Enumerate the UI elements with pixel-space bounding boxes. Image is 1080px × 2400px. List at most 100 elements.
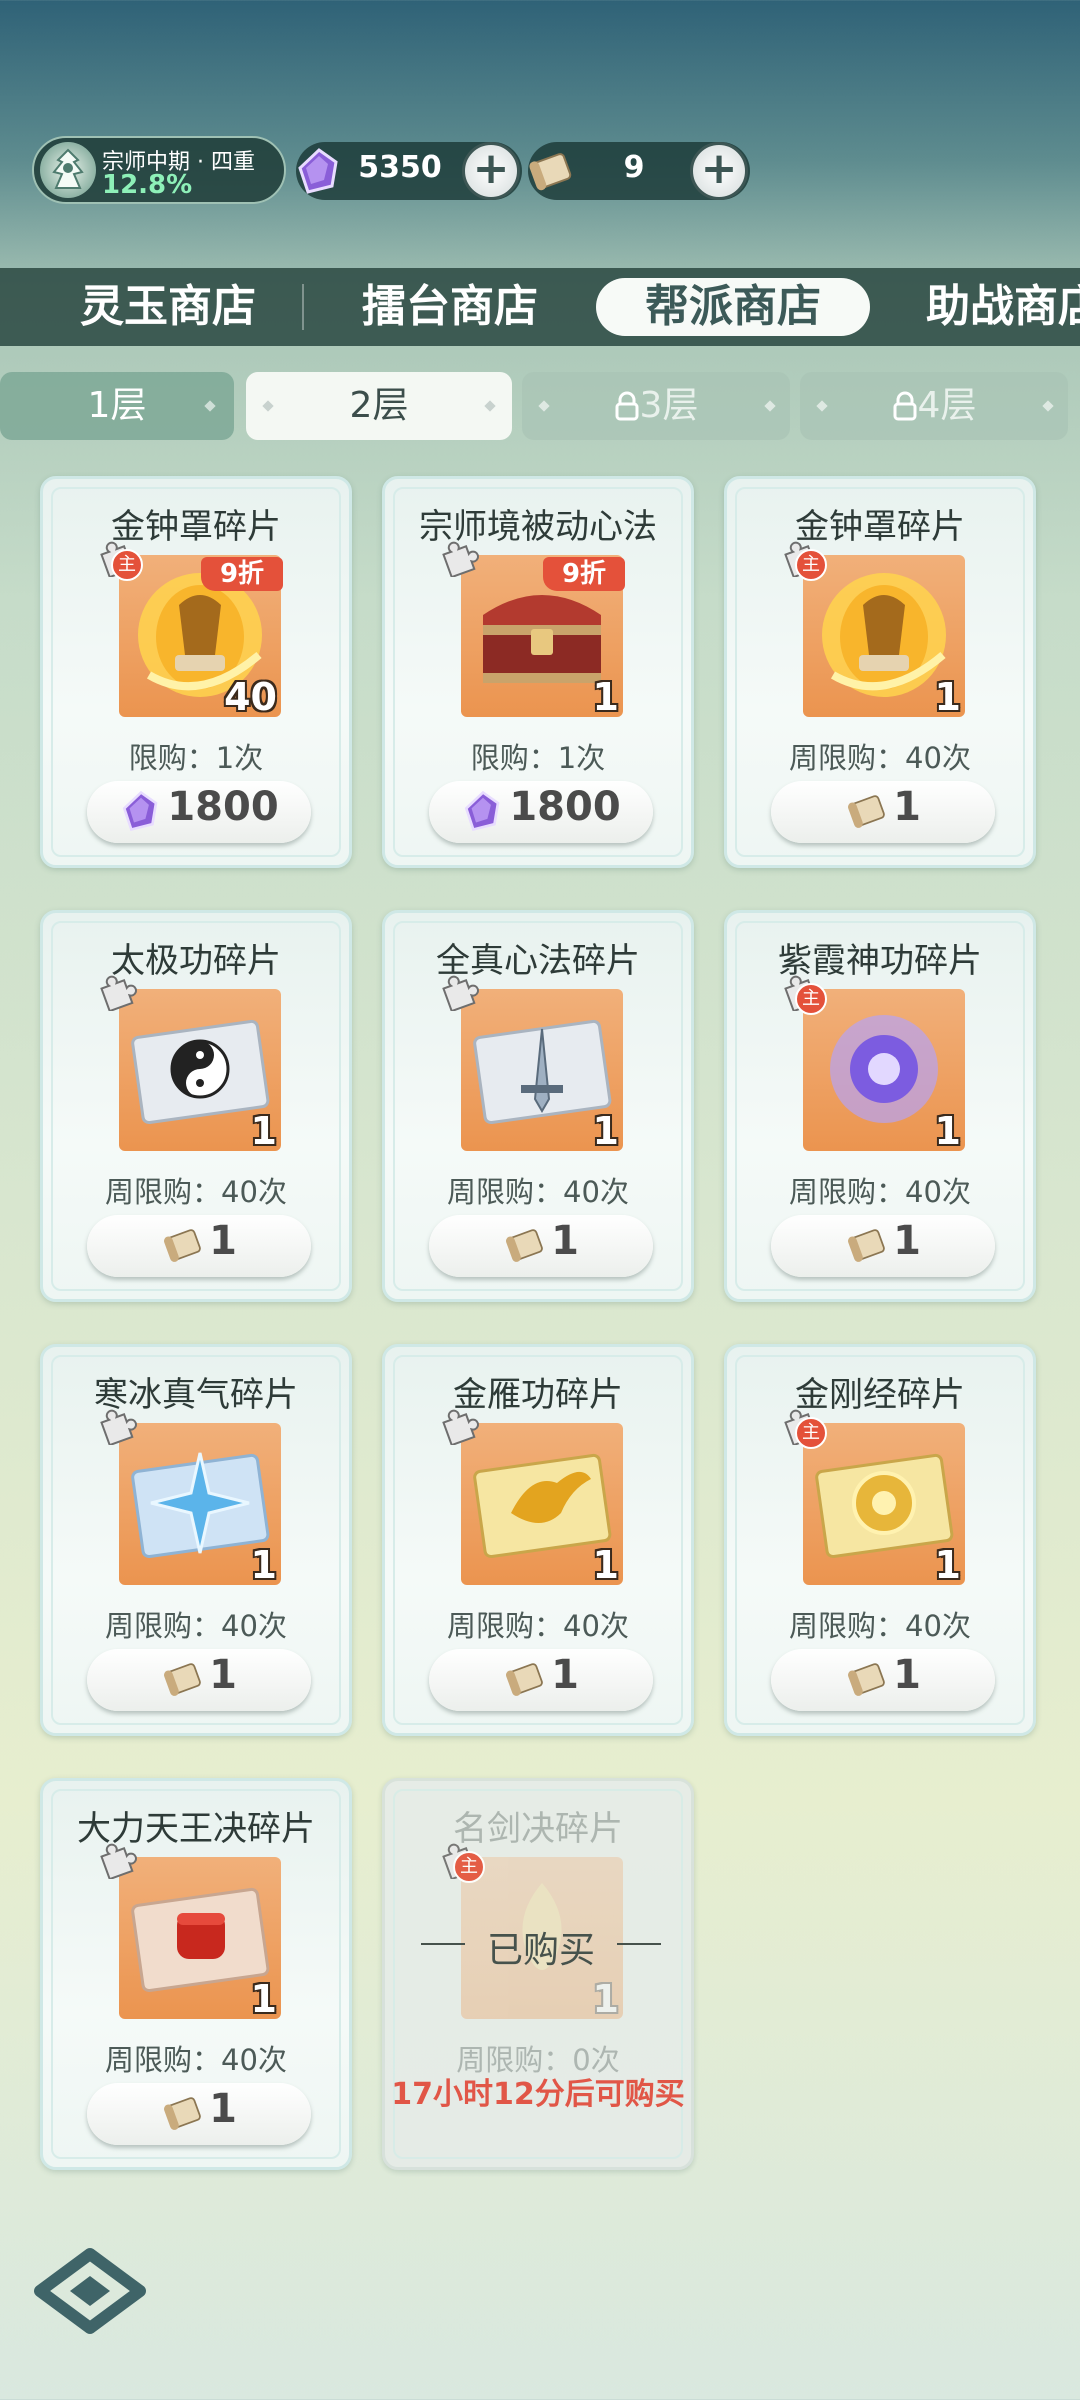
rank-progress: 12.8% <box>102 170 193 200</box>
item-quantity: 1 <box>934 1109 961 1151</box>
restock-timer: 17小时12分后可购买 <box>391 2077 685 2112</box>
scroll-token-icon <box>845 1229 889 1262</box>
purchase-limit: 周限购：0次 <box>456 2043 620 2077</box>
shop-item-card[interactable]: 金钟罩碎片 1 主周限购：40次 1 <box>724 476 1036 868</box>
item-quantity: 1 <box>592 1543 619 1585</box>
item-name: 金雁功碎片 <box>453 1375 623 1415</box>
token-currency: 9 + <box>528 142 750 200</box>
shop-item-card[interactable]: 金刚经碎片 1 主周限购：40次 1 <box>724 1344 1036 1736</box>
floor-label: 4层 <box>917 385 977 426</box>
buy-button[interactable]: 1 <box>87 2083 311 2145</box>
item-quantity: 1 <box>592 1109 619 1151</box>
lock-icon <box>615 391 639 421</box>
item-name: 名剑决碎片 <box>453 1809 623 1849</box>
shop-item-card[interactable]: 寒冰真气碎片 1 周限购：40次 1 <box>40 1344 352 1736</box>
fragment-icon <box>97 1837 139 1881</box>
main-badge: 主 <box>795 549 827 581</box>
floor-label: 1层 <box>87 385 147 426</box>
shop-tab-bar: 灵玉商店 擂台商店 帮派商店 助战商店 <box>0 268 1080 346</box>
sold-label: 已购买 <box>421 1921 661 1973</box>
purchase-limit: 周限购：40次 <box>789 741 971 775</box>
tab-support-shop[interactable]: 助战商店 <box>926 278 1080 336</box>
scroll-token-icon <box>503 1229 547 1262</box>
buy-button[interactable]: 1 <box>429 1215 653 1277</box>
buy-button[interactable]: 1 <box>771 1215 995 1277</box>
shop-item-card[interactable]: 大力天王决碎片 1 周限购：40次 1 <box>40 1778 352 2170</box>
buy-button[interactable]: 1 <box>87 1649 311 1711</box>
scroll-token-icon <box>161 1229 205 1262</box>
item-image: 1 <box>461 989 623 1151</box>
shop-item-card[interactable]: 宗师境被动心法 1 9折 限购：1次 1800 <box>382 476 694 868</box>
item-quantity: 1 <box>592 675 619 717</box>
item-image: 1 <box>461 1423 623 1585</box>
floor-dot <box>1042 400 1054 412</box>
item-name: 全真心法碎片 <box>436 941 640 981</box>
item-image: 1 <box>119 1857 281 2019</box>
shop-item-card[interactable]: 紫霞神功碎片 1 主周限购：40次 1 <box>724 910 1036 1302</box>
jade-currency: 5350 + <box>296 142 522 200</box>
scroll-token-icon <box>161 1663 205 1696</box>
fragment-icon <box>97 1403 139 1447</box>
shop-item-card[interactable]: 太极功碎片 1 周限购：40次 1 <box>40 910 352 1302</box>
price: 1 <box>893 1218 921 1264</box>
shop-item-card[interactable]: 金钟罩碎片 40 主 9折 限购：1次 1800 <box>40 476 352 868</box>
main-badge: 主 <box>795 1417 827 1449</box>
purchase-limit: 周限购：40次 <box>105 1175 287 1209</box>
fragment-icon <box>97 969 139 1013</box>
buy-button[interactable]: 1 <box>771 781 995 843</box>
tab-jade-shop[interactable]: 灵玉商店 <box>58 278 278 336</box>
price: 1 <box>209 1218 237 1264</box>
floor-label: 3层 <box>639 385 699 426</box>
main-badge: 主 <box>453 1851 485 1883</box>
scroll-token-icon <box>845 1663 889 1696</box>
buy-button[interactable]: 1 <box>429 1649 653 1711</box>
floor-tab-1[interactable]: 1层 <box>0 372 234 440</box>
scroll-token-icon <box>529 153 572 191</box>
item-name: 宗师境被动心法 <box>419 507 657 547</box>
main-badge: 主 <box>111 549 143 581</box>
floor-tab-3[interactable]: 3层 <box>522 372 790 440</box>
buy-button[interactable]: 1800 <box>87 781 311 843</box>
floor-label: 2层 <box>349 385 409 426</box>
floor-dot <box>204 400 216 412</box>
game-logo-icon[interactable] <box>32 2246 150 2336</box>
fragment-icon <box>439 1403 481 1447</box>
jade-icon <box>119 790 163 832</box>
jade-icon <box>461 790 505 832</box>
floor-dot <box>262 400 274 412</box>
floor-dot <box>764 400 776 412</box>
purchase-limit: 周限购：40次 <box>105 1609 287 1643</box>
buy-button[interactable]: 1 <box>771 1649 995 1711</box>
jade-icon <box>298 148 338 194</box>
price: 1 <box>551 1652 579 1698</box>
rank-badge[interactable]: 宗师中期 · 四重 12.8% <box>32 136 286 204</box>
item-image: 1 <box>803 989 965 1151</box>
item-quantity: 1 <box>592 1977 619 2019</box>
jade-amount: 5350 <box>358 150 442 185</box>
item-name: 紫霞神功碎片 <box>778 941 982 981</box>
buy-button[interactable]: 1800 <box>429 781 653 843</box>
floor-tab-2[interactable]: 2层 <box>246 372 512 440</box>
tab-arena-shop[interactable]: 擂台商店 <box>340 278 560 336</box>
main-badge: 主 <box>795 983 827 1015</box>
sold-text: 已购买 <box>486 1930 595 1971</box>
rank-emblem-icon <box>40 142 96 198</box>
tab-guild-shop[interactable]: 帮派商店 <box>596 278 870 336</box>
fragment-icon <box>439 535 481 579</box>
sold-line <box>421 1943 465 1945</box>
item-quantity: 1 <box>250 1109 277 1151</box>
discount-badge: 9折 <box>201 557 283 591</box>
item-quantity: 40 <box>224 675 277 717</box>
buy-button[interactable]: 1 <box>87 1215 311 1277</box>
shop-item-card[interactable]: 名剑决碎片 1 主周限购：0次 已购买 17小时12分后可购买 <box>382 1778 694 2170</box>
add-jade-button[interactable]: + <box>462 142 520 200</box>
floor-tab-4[interactable]: 4层 <box>800 372 1068 440</box>
floor-dot <box>816 400 828 412</box>
shop-item-card[interactable]: 金雁功碎片 1 周限购：40次 1 <box>382 1344 694 1736</box>
price: 1800 <box>509 784 621 830</box>
add-token-button[interactable]: + <box>690 142 748 200</box>
shop-item-card[interactable]: 全真心法碎片 1 周限购：40次 1 <box>382 910 694 1302</box>
purchase-limit: 周限购：40次 <box>447 1175 629 1209</box>
purchase-limit: 周限购：40次 <box>447 1609 629 1643</box>
item-image: 1 <box>803 1423 965 1585</box>
